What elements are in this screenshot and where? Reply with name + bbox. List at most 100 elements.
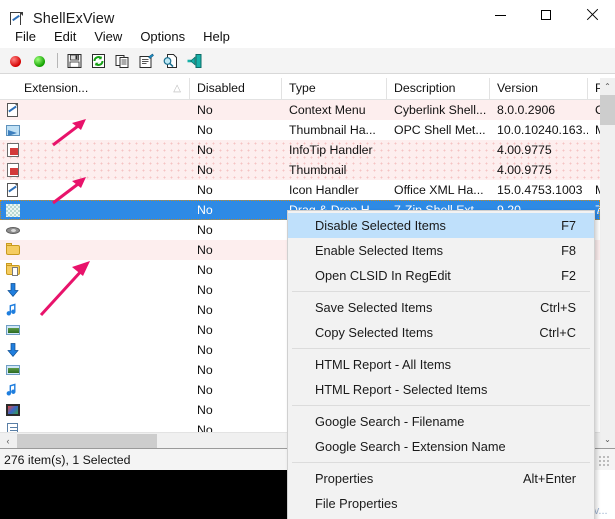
picture-icon	[5, 362, 21, 378]
context-menu-item-label: Disable Selected Items	[315, 218, 446, 233]
properties-button[interactable]	[134, 50, 158, 72]
disc-icon	[5, 222, 21, 238]
context-menu-item-shortcut: F7	[561, 218, 576, 233]
cell-disabled: No	[197, 323, 213, 337]
red-dot-icon	[10, 55, 21, 67]
music-note-icon	[5, 302, 21, 318]
scroll-left-icon[interactable]: ‹	[0, 433, 16, 449]
cell-type: Context Menu	[289, 103, 366, 117]
context-menu-item-label: Open CLSID In RegEdit	[315, 268, 451, 283]
film-icon	[5, 402, 21, 418]
column-header-extension[interactable]: Extension... △	[0, 78, 190, 99]
toolbar-separator	[57, 53, 58, 68]
ctx-google-search-extension-name[interactable]: Google Search - Extension Name	[288, 434, 594, 459]
document-icon	[5, 422, 21, 432]
cell-description: OPC Shell Met...	[394, 123, 486, 137]
context-menu-item-shortcut: F2	[561, 268, 576, 283]
cell-disabled: No	[197, 303, 213, 317]
open-clsid-in-regedit-button[interactable]	[158, 50, 182, 72]
infotip-icon	[5, 142, 21, 158]
ctx-html-report-all-items[interactable]: HTML Report - All Items	[288, 352, 594, 377]
context-menu-item-label: HTML Report - All Items	[315, 357, 452, 372]
exit-button[interactable]	[182, 50, 206, 72]
cell-disabled: No	[197, 223, 213, 237]
ctx-google-search-filename[interactable]: Google Search - Filename	[288, 409, 594, 434]
context-menu-item-label: Properties	[315, 471, 374, 486]
cell-product-name: Microsoft Offi...	[588, 183, 600, 197]
menu-help[interactable]: Help	[194, 27, 239, 46]
table-row[interactable]: No Context Menu Cyberlink Shell... 8.0.0.29…	[0, 100, 600, 120]
scroll-up-icon[interactable]: ⌃	[600, 78, 615, 95]
infotip-icon	[5, 162, 21, 178]
ctx-disable-selected-items[interactable]: Disable Selected Items F7	[288, 213, 594, 238]
cell-version: 15.0.4753.1003	[497, 183, 583, 197]
cell-description: Cyberlink Shell...	[394, 103, 487, 117]
horizontal-scrollbar-thumb[interactable]	[17, 433, 157, 448]
ctx-properties[interactable]: Properties Alt+Enter	[288, 466, 594, 491]
folder-plain-icon	[5, 242, 21, 258]
close-icon	[586, 9, 598, 21]
cell-description: Office XML Ha...	[394, 183, 484, 197]
menu-view[interactable]: View	[85, 27, 131, 46]
cell-disabled: No	[197, 203, 213, 217]
context-menu-item-shortcut: Ctrl+C	[539, 325, 576, 340]
context-menu-item-label: Enable Selected Items	[315, 243, 444, 258]
column-header-type[interactable]: Type	[282, 78, 387, 99]
table-row[interactable]: No Thumbnail 4.00.9775	[0, 160, 600, 180]
cell-type: Icon Handler	[289, 183, 359, 197]
cell-type: InfoTip Handler	[289, 143, 373, 157]
properties-icon	[139, 53, 154, 68]
context-menu-separator	[292, 462, 590, 463]
page-pen-icon	[5, 182, 21, 198]
context-menu-item-label: Copy Selected Items	[315, 325, 434, 340]
cell-version: 10.0.10240.163...	[497, 123, 588, 137]
enable-selected-items-button[interactable]	[29, 50, 53, 72]
cell-type: Thumbnail	[289, 163, 347, 177]
arrow-down-icon	[5, 342, 21, 358]
menu-file[interactable]: File	[6, 27, 45, 46]
table-row[interactable]: No InfoTip Handler 4.00.9775	[0, 140, 600, 160]
green-dot-icon	[34, 55, 45, 67]
refresh-button[interactable]	[86, 50, 110, 72]
cell-disabled: No	[197, 283, 213, 297]
cell-version: 4.00.9775	[497, 163, 552, 177]
status-text: 276 item(s), 1 Selected	[4, 452, 131, 467]
table-row[interactable]: No Thumbnail Ha... OPC Shell Met... 10.0.10…	[0, 120, 600, 140]
context-menu-item-label: HTML Report - Selected Items	[315, 382, 488, 397]
cell-disabled: No	[197, 403, 213, 417]
exit-door-icon	[187, 53, 202, 68]
refresh-icon	[92, 53, 105, 68]
copy-icon	[115, 54, 129, 68]
floppy-disk-icon	[67, 53, 82, 68]
ctx-save-selected-items[interactable]: Save Selected Items Ctrl+S	[288, 295, 594, 320]
ctx-html-report-selected-items[interactable]: HTML Report - Selected Items	[288, 377, 594, 402]
context-menu-separator	[292, 405, 590, 406]
column-header-description[interactable]: Description	[387, 78, 490, 99]
context-menu-item-shortcut: F8	[561, 243, 576, 258]
context-menu-item-label: Google Search - Filename	[315, 414, 465, 429]
ctx-enable-selected-items[interactable]: Enable Selected Items F8	[288, 238, 594, 263]
checker-icon	[5, 202, 21, 218]
maximize-icon	[541, 10, 551, 20]
ctx-open-clsid-in-regedit[interactable]: Open CLSID In RegEdit F2	[288, 263, 594, 288]
vertical-scrollbar-thumb[interactable]	[600, 95, 615, 125]
resize-grip-icon[interactable]	[598, 455, 610, 467]
context-menu[interactable]: Disable Selected Items F7 Enable Selected …	[287, 210, 595, 519]
save-selected-items-button[interactable]	[62, 50, 86, 72]
menu-options[interactable]: Options	[131, 27, 194, 46]
cell-disabled: No	[197, 163, 213, 177]
ctx-copy-selected-items[interactable]: Copy Selected Items Ctrl+C	[288, 320, 594, 345]
page-pen-icon	[5, 102, 21, 118]
ctx-file-properties[interactable]: File Properties	[288, 491, 594, 516]
table-row[interactable]: No Icon Handler Office XML Ha... 15.0.4753.…	[0, 180, 600, 200]
copy-selected-items-button[interactable]	[110, 50, 134, 72]
disable-selected-items-button[interactable]	[5, 50, 29, 72]
menu-edit[interactable]: Edit	[45, 27, 85, 46]
cell-disabled: No	[197, 263, 213, 277]
vertical-scrollbar[interactable]: ⌃ ⌄	[600, 78, 615, 448]
column-header-disabled[interactable]: Disabled	[190, 78, 282, 99]
column-header-version[interactable]: Version	[490, 78, 588, 99]
scroll-down-icon[interactable]: ⌄	[600, 431, 615, 448]
cell-disabled: No	[197, 423, 213, 432]
cell-type: Thumbnail Ha...	[289, 123, 376, 137]
